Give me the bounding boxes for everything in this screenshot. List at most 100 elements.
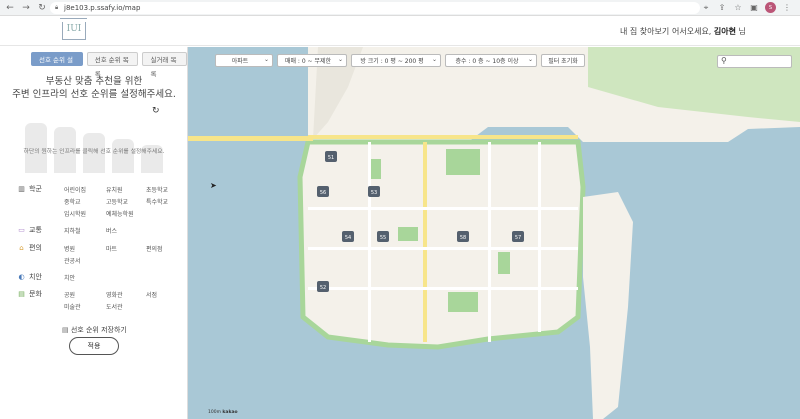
option-arts-academy[interactable]: 예체능학원 [106,209,134,218]
bus-icon: ▭ [18,226,25,234]
share-icon[interactable]: ⇪ [717,3,727,13]
option-convenience-store[interactable]: 편의점 [146,244,163,253]
apartment-pin[interactable]: 55 [377,231,389,242]
apartment-pin-label: 55 [380,235,386,241]
filter-property-type[interactable]: 아파트 ⌄ [215,54,273,67]
greeting-prefix: 어서오세요, [672,27,712,36]
street [538,142,541,332]
filter-room-size[interactable]: 방 크기 : 0 평 ~ 200 평 ⌄ [351,54,441,67]
map-search-input[interactable]: ⚲ [717,55,792,68]
option-elementary[interactable]: 초등학교 [146,185,168,194]
menu-icon[interactable]: ⋮ [782,3,792,13]
apartment-pin[interactable]: 52 [317,281,329,292]
reload-icon[interactable]: ↻ [36,2,48,14]
option-safety[interactable]: 치안 [64,273,75,282]
apartment-pin[interactable]: 58 [457,231,469,242]
apartment-pin-label: 53 [371,190,377,196]
park-block [371,159,381,179]
mouse-cursor-icon: ➤ [210,181,217,190]
save-preferences[interactable]: ▤ 선호 순위 저장하기 [62,325,127,335]
filter-price[interactable]: 매매 : 0 ~ 무제한 ⌄ [277,54,347,67]
map-scale: 100m kakao [208,410,238,415]
filter-reset-button[interactable]: 필터 초기화 [541,54,585,67]
apartment-pin-label: 57 [515,235,521,241]
category-convenience: ⌂ 편의 [17,243,42,253]
chevron-down-icon: ⌄ [263,56,269,63]
apartment-pin[interactable]: 57 [512,231,524,242]
option-public-office[interactable]: 관공서 [64,256,81,265]
park-block [498,252,510,274]
apartment-pin[interactable]: 51 [325,151,337,162]
rank-slot[interactable] [112,139,134,173]
category-transport: ▭ 교통 [18,226,42,234]
apartment-pin-label: 54 [345,235,351,241]
map-view[interactable]: 아파트 ⌄ 매매 : 0 ~ 무제한 ⌄ 방 크기 : 0 평 ~ 200 평 ⌄ 층… [188,47,800,419]
option-hospital[interactable]: 병원 [64,244,75,253]
street [308,247,578,250]
filter-floor[interactable]: 층수 : 0 층 ~ 10층 이상 ⌄ [445,54,537,67]
apartment-pin[interactable]: 53 [368,186,380,197]
app-header: IUI 내 집 찾아보기 어서오세요, 김아현 님 [0,16,800,46]
category-safety: ◐ 치안 [18,273,42,281]
title-line-2: 주변 인프라의 선호 순위를 설정해주세요. [12,89,176,100]
filter-bar: 아파트 ⌄ 매매 : 0 ~ 무제한 ⌄ 방 크기 : 0 평 ~ 200 평 ⌄ 층… [215,54,585,67]
store-icon: ⌂ [19,244,24,252]
apartment-pin-label: 58 [460,235,466,241]
star-icon[interactable]: ☆ [733,3,743,13]
preference-panel: 선호 순위 설정 선호 순위 목록 실거래 목록 부동산 맞춤 추천을 위한 주… [0,47,188,419]
option-subway[interactable]: 지하철 [64,226,81,235]
apartment-pin[interactable]: 56 [317,186,329,197]
street [488,142,491,342]
option-bus[interactable]: 버스 [106,226,117,235]
ranking-slots [25,113,165,173]
apartment-pin[interactable]: 54 [342,231,354,242]
map-canvas[interactable]: 51 53 56 55 54 58 57 52 [188,47,800,419]
greeting-suffix: 님 [738,27,746,36]
tab-transaction-list[interactable]: 실거래 목록 [142,52,188,78]
address-bar[interactable]: 🔒︎ j8e103.p.ssafy.io/map [50,2,700,14]
chevron-down-icon: ⌄ [527,56,533,63]
apartment-pin-label: 52 [320,285,326,291]
title-line-1: 부동산 맞춤 추천을 위한 [45,76,143,87]
apply-button[interactable]: 적용 [69,337,119,355]
bridge-road [188,136,313,141]
shield-icon: ◐ [18,273,25,281]
profile-avatar[interactable]: S [765,2,776,13]
option-special[interactable]: 특수학교 [146,197,168,206]
panel-title: 부동산 맞춤 추천을 위한 주변 인프라의 선호 순위를 설정해주세요. [0,75,188,101]
chevron-down-icon: ⌄ [337,56,343,63]
panel-tabs: 선호 순위 설정 선호 순위 목록 실거래 목록 [31,52,188,78]
lock-icon: 🔒︎ [55,4,59,11]
category-school: ▥ 학군 [18,185,42,193]
option-high[interactable]: 고등학교 [106,197,128,206]
user-name[interactable]: 김아현 [714,27,736,36]
save-icon: ▤ [62,326,69,334]
forward-icon[interactable]: → [20,2,32,14]
find-home-link[interactable]: 내 집 찾아보기 [620,26,669,37]
url-text: j8e103.p.ssafy.io/map [64,4,141,12]
option-park[interactable]: 공원 [64,290,75,299]
option-kindergarten[interactable]: 유치원 [106,185,123,194]
park-block [398,227,418,241]
option-middle[interactable]: 중학교 [64,197,81,206]
option-art-museum[interactable]: 미술관 [64,302,81,311]
extension-icon[interactable]: ▣ [749,3,759,13]
option-daycare[interactable]: 어린이집 [64,185,86,194]
tab-preference-setting[interactable]: 선호 순위 설정 [31,52,83,78]
tab-preference-list[interactable]: 선호 순위 목록 [86,52,139,78]
option-library[interactable]: 도서관 [106,302,123,311]
park-block [448,292,478,312]
option-bookstore[interactable]: 서점 [146,290,157,299]
school-icon: ▥ [18,185,25,193]
kakao-logo: kakao [222,410,238,415]
logo[interactable]: IUI [62,22,86,40]
peninsula-east [583,192,633,419]
search-icon: ⚲ [721,56,727,65]
avenue [423,142,427,342]
option-cinema[interactable]: 영화관 [106,290,123,299]
category-culture: ▤ 문화 [18,290,42,298]
option-mart[interactable]: 마트 [106,244,117,253]
back-icon[interactable]: ← [4,2,16,14]
option-academy[interactable]: 입시학원 [64,209,86,218]
location-icon[interactable]: ⌖ [701,3,711,13]
